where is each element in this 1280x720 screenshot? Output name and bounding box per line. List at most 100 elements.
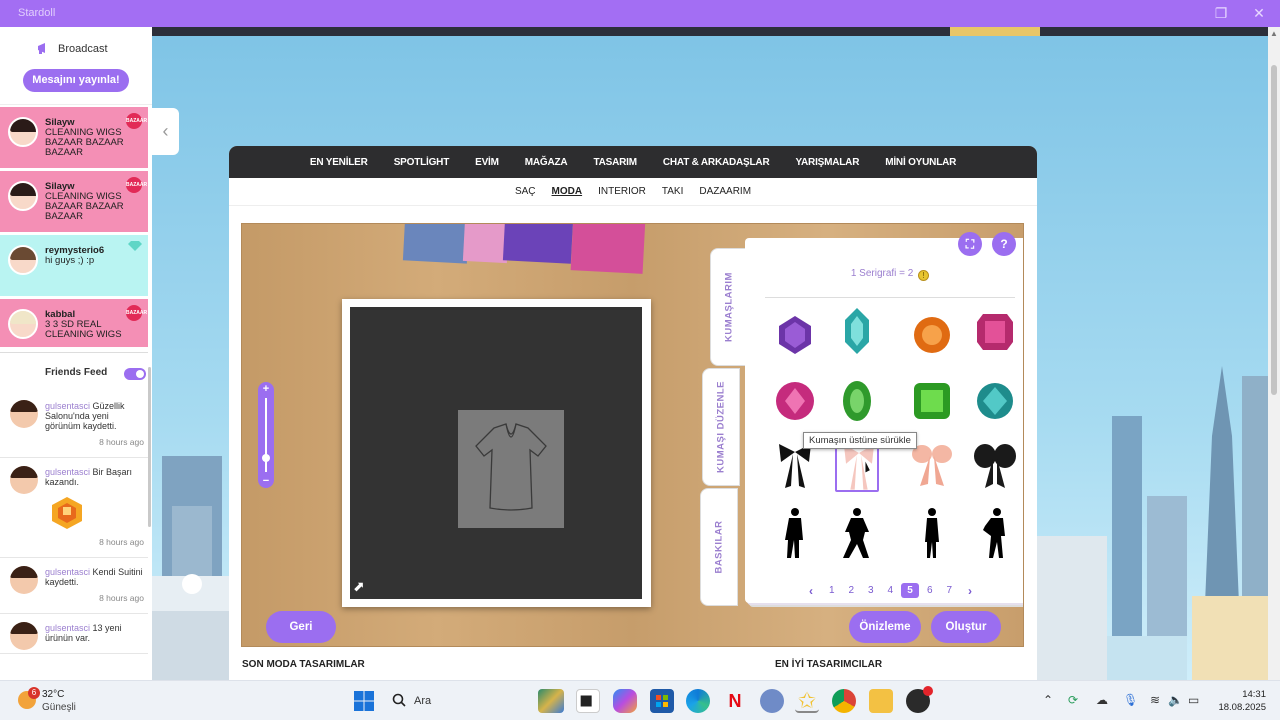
app-record-icon[interactable] [906, 686, 933, 713]
garment-preview[interactable] [458, 410, 564, 528]
restore-icon[interactable]: ❐ [1210, 4, 1232, 22]
broadcast-item[interactable]: reymysterio6 hi guys ;) :p [0, 235, 148, 299]
feed-user[interactable]: gulsentasci [45, 623, 90, 633]
page-3[interactable]: 3 [861, 585, 881, 596]
avatar[interactable] [8, 117, 38, 147]
back-button[interactable]: Geri [266, 611, 336, 643]
nav-yarismalar[interactable]: YARIŞMALAR [782, 157, 872, 168]
fabric-swatch[interactable] [570, 224, 646, 274]
microphone-icon[interactable]: 🎙 [1123, 693, 1138, 707]
subnav-sac[interactable]: SAÇ [507, 186, 544, 197]
fabric-swatch[interactable] [402, 224, 470, 264]
nav-tasarim[interactable]: TASARIM [580, 157, 649, 168]
stardoll-app-icon[interactable]: ✩ [795, 689, 819, 713]
page-6[interactable]: 6 [920, 585, 940, 596]
nav-mini-oyunlar[interactable]: MİNİ OYUNLAR [872, 157, 969, 168]
scroll-up-icon[interactable]: ▲ [1270, 29, 1278, 38]
print-gem-orange[interactable] [910, 308, 954, 362]
edge-browser-icon[interactable] [686, 689, 710, 713]
feed-user[interactable]: gulsentasci [45, 401, 90, 411]
feed-user[interactable]: gulsentasci [45, 567, 90, 577]
broadcast-item[interactable]: kabbal 3 3 SD REAL CLEANING WIGS BAZAAR [0, 299, 148, 347]
zoom-in-icon[interactable]: + [258, 383, 274, 395]
zoom-out-icon[interactable]: − [258, 475, 274, 487]
nav-magaza[interactable]: MAĞAZA [512, 157, 581, 168]
print-gem-green-square[interactable] [910, 374, 954, 428]
publish-message-button[interactable]: Mesajını yayınla! [23, 69, 129, 92]
chevron-up-icon[interactable]: ⌃ [1043, 693, 1053, 707]
weather-widget[interactable]: 6 32°C Güneşli [18, 687, 118, 715]
subnav-taki[interactable]: TAKI [654, 186, 691, 197]
create-button[interactable]: Oluştur [931, 611, 1001, 643]
battery-icon[interactable]: ▭ [1188, 693, 1199, 707]
print-silhouette-2[interactable] [835, 506, 879, 560]
friends-feed-toggle[interactable] [124, 368, 146, 380]
avatar[interactable] [10, 622, 38, 650]
page-2[interactable]: 2 [842, 585, 862, 596]
broadcast-item[interactable]: Silayw CLEANING WIGS BAZAAR BAZAAR BAZAA… [0, 107, 148, 171]
print-silhouette-4[interactable] [973, 506, 1017, 560]
print-silhouette-1[interactable] [773, 506, 817, 560]
avatar[interactable] [10, 400, 38, 428]
zoom-handle[interactable] [262, 454, 270, 462]
cloud-icon[interactable]: ☁ [1096, 693, 1108, 707]
page-7[interactable]: 7 [940, 585, 960, 596]
nav-spotlight[interactable]: SPOTLİGHT [381, 157, 462, 168]
avatar[interactable] [10, 466, 38, 494]
chrome-icon[interactable] [832, 689, 856, 713]
avatar[interactable] [8, 309, 38, 339]
preview-button[interactable]: Önizleme [849, 611, 921, 643]
system-clock[interactable]: 14:31 18.08.2025 [1210, 688, 1266, 714]
windows-start-icon[interactable] [352, 689, 376, 713]
sidebar-scrollbar[interactable] [148, 367, 151, 527]
wifi-icon[interactable]: ≋ [1150, 693, 1160, 707]
tab-kumaslarim[interactable]: KUMAŞLARIM [710, 248, 748, 366]
copilot-icon[interactable] [613, 689, 637, 713]
sync-icon[interactable]: ⟳ [1068, 693, 1078, 707]
store-icon[interactable] [650, 689, 674, 713]
widgets-icon[interactable] [538, 689, 564, 713]
page-1[interactable]: 1 [822, 585, 842, 596]
file-explorer-icon[interactable] [869, 689, 893, 713]
page-4[interactable]: 4 [881, 585, 901, 596]
sidebar-collapse-button[interactable]: ‹ [152, 108, 179, 155]
subnav-moda[interactable]: MODA [544, 186, 591, 197]
print-bow-black-large[interactable] [973, 438, 1017, 492]
avatar[interactable] [8, 181, 38, 211]
help-button[interactable]: ? [992, 232, 1016, 256]
print-gem-purple[interactable] [773, 308, 817, 362]
volume-icon[interactable]: 🔈 [1168, 693, 1183, 707]
page-scrollbar[interactable]: ▲ [1268, 27, 1280, 680]
tab-baskilar[interactable]: BASKILAR [700, 488, 738, 606]
broadcast-item[interactable]: Silayw CLEANING WIGS BAZAAR BAZAAR BAZAA… [0, 171, 148, 235]
netflix-icon[interactable]: N [723, 689, 747, 713]
nav-en-yeniler[interactable]: EN YENİLER [297, 157, 381, 168]
prev-page-icon[interactable]: ‹ [800, 584, 822, 598]
nav-evim[interactable]: EVİM [462, 157, 512, 168]
fullscreen-button[interactable]: ⛶ [958, 232, 982, 256]
zoom-slider[interactable]: + − [258, 382, 274, 488]
avatar[interactable] [10, 566, 38, 594]
scrollbar-thumb[interactable] [1271, 65, 1277, 395]
print-gem-teal[interactable] [835, 304, 879, 358]
close-icon[interactable]: ✕ [1248, 4, 1270, 22]
app-globe-icon[interactable] [760, 689, 784, 713]
page-5-current[interactable]: 5 [901, 583, 919, 598]
avatar[interactable] [8, 245, 38, 275]
print-silhouette-3[interactable] [910, 506, 954, 560]
print-gem-green-oval[interactable] [835, 374, 879, 428]
fabric-swatch[interactable] [502, 224, 574, 264]
feed-user[interactable]: gulsentasci [45, 467, 90, 477]
subnav-interior[interactable]: INTERIOR [590, 186, 654, 197]
resize-arrow-icon[interactable]: ⬈ [353, 578, 365, 595]
subnav-dazaarim[interactable]: DAZAARIM [691, 186, 759, 197]
tab-kumasi-duzenle[interactable]: KUMAŞI DÜZENLE [702, 368, 740, 486]
print-gem-magenta[interactable] [973, 304, 1017, 358]
nav-chat[interactable]: CHAT & ARKADAŞLAR [650, 157, 783, 168]
next-page-icon[interactable]: › [959, 584, 981, 598]
print-gem-pink[interactable] [773, 374, 817, 428]
task-view-icon[interactable] [576, 689, 600, 713]
taskbar-search[interactable]: Ara [384, 687, 534, 715]
design-canvas[interactable]: ⬈ [350, 307, 642, 599]
print-gem-teal-round[interactable] [973, 374, 1017, 428]
